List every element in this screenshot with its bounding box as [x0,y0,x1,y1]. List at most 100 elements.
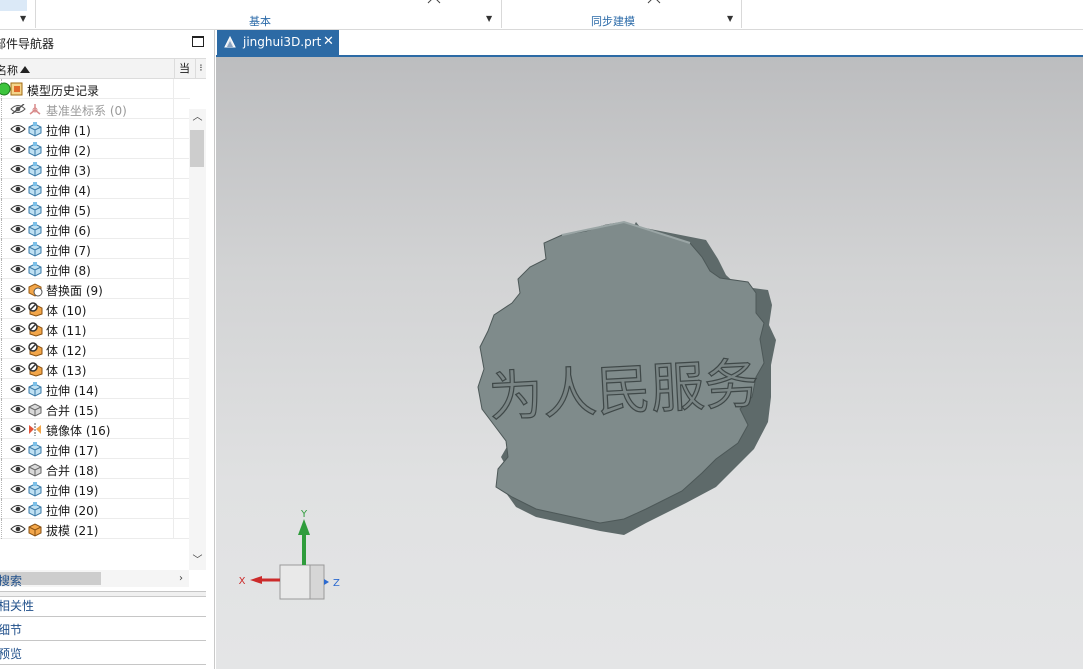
tree-item[interactable]: 拉伸 (5) [0,199,190,219]
tree-item-label: 拉伸 (17) [46,444,99,458]
tree-item[interactable]: 合并 (18) [0,459,190,479]
tree-item[interactable]: 拉伸 (2) [0,139,190,159]
z-axis-label: Z [333,578,340,589]
tree-item[interactable]: 体 (12) [0,339,190,359]
tree-item[interactable]: 拉伸 (17) [0,439,190,459]
visibility-eye-icon[interactable] [10,144,26,154]
graphics-viewport[interactable]: 为人民服务 Y X Z [216,57,1083,669]
tree-item-label: 合并 (15) [46,404,99,418]
visibility-eye-icon[interactable] [10,264,26,274]
ribbon-selected-cell[interactable] [0,0,27,11]
column-divider [173,179,174,199]
extrude-icon [28,502,42,517]
close-icon[interactable]: ✕ [323,34,334,49]
tree-item-label: 拉伸 (8) [46,264,91,278]
panel-dependencies[interactable]: 相关性 [0,593,206,617]
panel-label: 相关性 [0,599,35,613]
current-column-header[interactable]: 当 [174,59,194,78]
tree-item[interactable]: 基准坐标系 (0) [0,99,190,119]
tree-item[interactable]: 拉伸 (20) [0,499,190,519]
tree-guide-line [1,199,2,219]
x-axis-label: X [239,576,246,587]
tree-item[interactable]: 合并 (15) [0,399,190,419]
tree-vertical-scrollbar[interactable]: ︿ ﹀ [189,109,206,570]
tree-item[interactable]: 拉伸 (1) [0,119,190,139]
chevron-down-icon[interactable]: ▼ [727,14,733,23]
column-divider [173,259,174,279]
tree-item[interactable]: 拉伸 (19) [0,479,190,499]
ribbon-separator [501,0,502,28]
column-divider [173,399,174,419]
tree-item-label: 拉伸 (14) [46,384,99,398]
visibility-eye-icon[interactable] [10,284,26,294]
column-divider [173,99,174,119]
tree-guide-line [1,339,2,359]
column-divider [173,519,174,539]
ribbon-command-icon[interactable] [427,0,441,4]
maximize-icon[interactable] [192,36,204,47]
view-triad[interactable]: Y X Z [216,57,1083,669]
visibility-eye-icon[interactable] [10,404,26,414]
visibility-eye-icon[interactable] [10,244,26,254]
visibility-eye-icon[interactable] [10,124,26,134]
tree-item[interactable]: 体 (13) [0,359,190,379]
y-axis-label: Y [300,509,308,520]
visibility-eye-icon[interactable] [10,424,26,434]
scroll-thumb[interactable] [190,130,204,167]
tree-guide-line [1,459,2,479]
visibility-eye-icon[interactable] [10,444,26,454]
visibility-eye-icon[interactable] [10,464,26,474]
visibility-eye-icon[interactable] [10,384,26,394]
tree-column-header: 名称 当 ⁝ [0,58,206,79]
tree-item[interactable]: 拉伸 (7) [0,239,190,259]
scroll-up-icon[interactable]: ︿ [189,109,206,127]
visibility-eye-icon[interactable] [10,524,26,534]
visibility-eye-icon[interactable] [10,324,26,334]
visibility-eye-icon[interactable] [10,504,26,514]
panel-label: 细节 [0,623,23,637]
visibility-eye-icon[interactable] [10,344,26,354]
visibility-eye-icon[interactable] [10,304,26,314]
tree-item[interactable]: 拉伸 (4) [0,179,190,199]
visibility-eye-icon[interactable] [10,484,26,494]
hidden-eye-icon[interactable] [10,104,26,114]
tree-item[interactable]: 镜像体 (16) [0,419,190,439]
tree-item[interactable]: 拉伸 (6) [0,219,190,239]
name-column-header[interactable]: 名称 [0,62,18,78]
tree-guide-line [1,259,2,279]
panel-preview[interactable]: 预览 [0,641,206,665]
chevron-down-icon[interactable]: ▼ [486,14,492,23]
column-overflow-icon[interactable]: ⁝ [195,59,206,78]
mirror-body-icon [29,423,41,436]
visibility-eye-icon[interactable] [10,364,26,374]
tree-item[interactable]: 替换面 (9) [0,279,190,299]
draft-icon [28,523,42,537]
tree-item[interactable]: 体 (11) [0,319,190,339]
ribbon-separator [741,0,742,28]
visibility-eye-icon[interactable] [10,204,26,214]
extrude-icon [28,382,42,397]
visibility-eye-icon[interactable] [10,184,26,194]
tree-item[interactable]: 拉伸 (3) [0,159,190,179]
visibility-eye-icon[interactable] [10,164,26,174]
extrude-icon [28,162,42,177]
panel-search[interactable]: 搜索 [0,568,206,592]
tree-root-item[interactable]: 模型历史记录 [0,79,190,99]
chevron-down-icon[interactable]: ▼ [20,14,26,23]
column-divider [173,79,174,99]
tree-item[interactable]: 拉伸 (8) [0,259,190,279]
navigator-titlebar: 部件导航器 [0,30,214,55]
tab-jinghui3d[interactable]: jinghui3D.prt ✕ [217,30,339,55]
tree-item-label: 拉伸 (7) [46,244,91,258]
body-icon [28,322,43,337]
tree-item[interactable]: 拔模 (21) [0,519,190,539]
sort-ascending-icon[interactable] [20,66,30,73]
visibility-eye-icon[interactable] [10,224,26,234]
tree-item[interactable]: 体 (10) [0,299,190,319]
tree-item[interactable]: 拉伸 (14) [0,379,190,399]
tree-guide-line [1,439,2,459]
extrude-icon [28,442,42,457]
tree-item-label: 拉伸 (3) [46,164,91,178]
ribbon-command-icon[interactable] [647,0,661,4]
panel-details[interactable]: 细节 [0,617,206,641]
